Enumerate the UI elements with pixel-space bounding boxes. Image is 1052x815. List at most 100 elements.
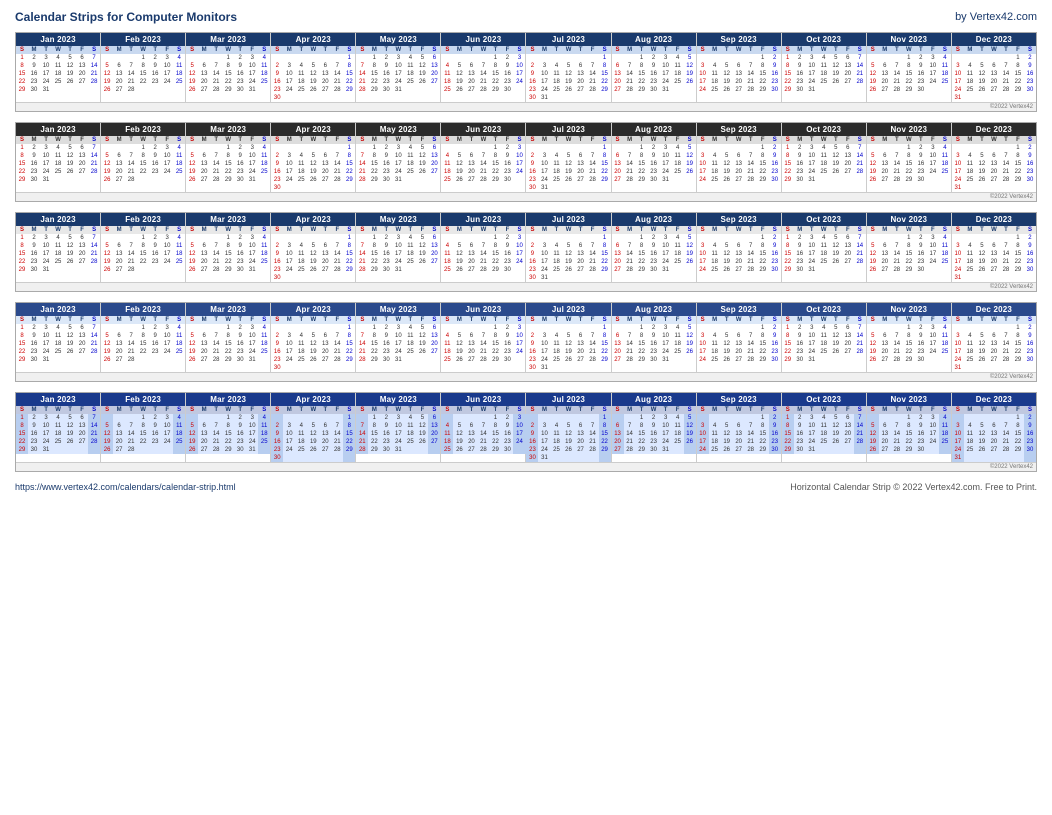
days-grid: 1234567891011121314151617181920212223242… xyxy=(526,54,610,102)
day-cell xyxy=(587,274,599,282)
day-cell: 25 xyxy=(709,356,721,364)
day-cell: 29 xyxy=(1012,266,1024,274)
days-grid: 1234567891011121314151617181920212223242… xyxy=(441,324,525,364)
day-cell: 24 xyxy=(283,86,295,94)
week-row: 1 xyxy=(526,414,610,422)
day-cell: 16 xyxy=(648,160,660,168)
day-cell: 9 xyxy=(380,332,392,340)
day-cell xyxy=(721,414,733,422)
day-cell: 18 xyxy=(173,70,185,78)
day-cell: 10 xyxy=(40,332,52,340)
day-cell: 11 xyxy=(52,422,64,430)
day-cell: 30 xyxy=(1024,266,1036,274)
day-cell xyxy=(295,184,307,192)
dow-cell: W xyxy=(137,46,149,54)
day-cell: 3 xyxy=(927,414,939,422)
dow-row: SMTWTFS xyxy=(101,316,185,324)
dow-cell: T xyxy=(745,226,757,234)
day-cell: 17 xyxy=(283,348,295,356)
dow-cell: S xyxy=(782,226,794,234)
day-cell xyxy=(113,144,125,152)
day-cell: 13 xyxy=(113,250,125,258)
day-cell: 16 xyxy=(380,70,392,78)
day-cell: 25 xyxy=(404,78,416,86)
day-cell: 19 xyxy=(307,168,319,176)
day-cell xyxy=(563,364,575,372)
dow-cell: S xyxy=(769,316,781,324)
week-row: 891011121314 xyxy=(16,242,100,250)
dow-cell: F xyxy=(331,226,343,234)
day-cell: 10 xyxy=(513,332,525,340)
day-cell: 31 xyxy=(538,274,550,282)
day-cell: 24 xyxy=(513,168,525,176)
day-cell: 15 xyxy=(16,160,28,168)
dow-cell: S xyxy=(612,46,624,54)
dow-cell: T xyxy=(745,136,757,144)
week-row: 12131415161718 xyxy=(186,70,270,78)
day-cell xyxy=(137,446,149,454)
day-cell: 21 xyxy=(624,438,636,446)
day-cell: 1 xyxy=(599,54,611,62)
day-cell: 16 xyxy=(769,70,781,78)
day-cell: 11 xyxy=(258,242,270,250)
week-row: 12131415161718 xyxy=(101,70,185,78)
day-cell xyxy=(319,414,331,422)
day-cell: 27 xyxy=(733,446,745,454)
day-cell: 11 xyxy=(818,152,830,160)
day-cell: 4 xyxy=(551,62,563,70)
day-cell xyxy=(1024,274,1036,282)
dow-cell: F xyxy=(161,46,173,54)
dow-cell: T xyxy=(210,226,222,234)
day-cell: 26 xyxy=(64,168,76,176)
month-block: Nov 2023SMTWTFS1234567891011121314151617… xyxy=(867,33,952,102)
day-cell: 16 xyxy=(149,70,161,78)
footer-url: https://www.vertex42.com/calendars/calen… xyxy=(15,482,236,492)
dow-cell: S xyxy=(782,316,794,324)
day-cell: 28 xyxy=(587,86,599,94)
day-cell xyxy=(1000,234,1012,242)
dow-cell: M xyxy=(283,46,295,54)
day-cell xyxy=(976,364,988,372)
day-cell: 13 xyxy=(319,340,331,348)
day-cell: 3 xyxy=(538,152,550,160)
day-cell: 8 xyxy=(636,152,648,160)
day-cell: 20 xyxy=(575,258,587,266)
dow-cell: S xyxy=(173,406,185,414)
day-cell: 21 xyxy=(891,348,903,356)
dow-cell: F xyxy=(161,136,173,144)
day-cell: 6 xyxy=(113,242,125,250)
day-cell: 3 xyxy=(246,144,258,152)
day-cell: 20 xyxy=(988,438,1000,446)
day-cell xyxy=(173,446,185,454)
day-cell: 12 xyxy=(453,250,465,258)
days-grid: 1234567891011121314151617181920212223242… xyxy=(526,324,610,372)
day-cell xyxy=(891,234,903,242)
week-row: 891011121314 xyxy=(782,152,866,160)
day-cell xyxy=(563,324,575,332)
day-cell xyxy=(818,356,830,364)
day-cell: 31 xyxy=(246,356,258,364)
day-cell: 28 xyxy=(88,348,100,356)
day-cell: 7 xyxy=(1000,242,1012,250)
day-cell: 27 xyxy=(428,438,440,446)
dow-cell: W xyxy=(563,46,575,54)
dow-row: SMTWTFS xyxy=(952,406,1036,414)
month-block: Mar 2023SMTWTFS1234567891011121314151617… xyxy=(186,213,271,282)
dow-cell: S xyxy=(513,406,525,414)
day-cell: 12 xyxy=(976,250,988,258)
days-grid: 1234567891011121314151617181920212223242… xyxy=(271,414,355,462)
day-cell: 5 xyxy=(64,54,76,62)
day-cell: 13 xyxy=(879,430,891,438)
day-cell: 21 xyxy=(891,168,903,176)
day-cell: 31 xyxy=(40,176,52,184)
day-cell xyxy=(599,94,611,102)
day-cell: 16 xyxy=(915,250,927,258)
day-cell: 25 xyxy=(173,258,185,266)
day-cell: 18 xyxy=(709,78,721,86)
dow-cell: S xyxy=(612,406,624,414)
day-cell xyxy=(404,446,416,454)
day-cell xyxy=(1012,454,1024,462)
day-cell: 9 xyxy=(526,340,538,348)
day-cell: 5 xyxy=(416,324,428,332)
day-cell: 12 xyxy=(307,250,319,258)
